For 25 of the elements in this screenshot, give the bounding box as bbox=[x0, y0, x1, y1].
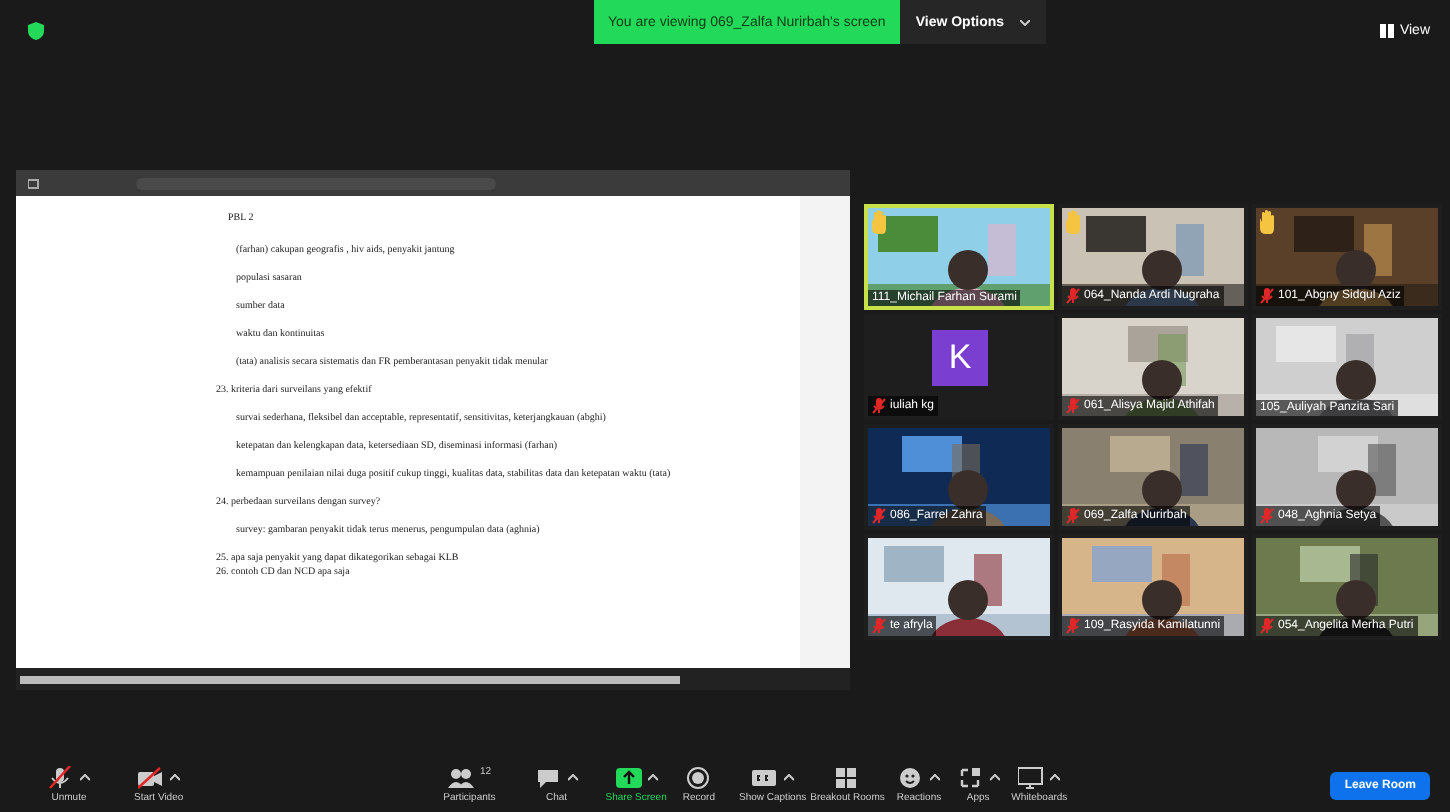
smiley-icon bbox=[897, 766, 924, 790]
caret-icon[interactable] bbox=[647, 774, 658, 782]
caret-icon[interactable] bbox=[783, 774, 794, 782]
video-off-icon bbox=[137, 766, 164, 790]
avatar: K bbox=[932, 330, 988, 386]
participants-icon bbox=[447, 766, 474, 790]
chat-icon bbox=[535, 766, 562, 790]
caret-icon[interactable] bbox=[989, 774, 1000, 782]
record-icon bbox=[685, 766, 712, 790]
caret-icon[interactable] bbox=[567, 774, 578, 782]
caret-icon bbox=[1020, 19, 1031, 25]
caret-icon[interactable] bbox=[1050, 774, 1061, 782]
muted-mic-icon bbox=[48, 766, 74, 790]
window-icon[interactable] bbox=[28, 177, 40, 189]
grid-icon bbox=[834, 766, 861, 790]
caret-icon[interactable] bbox=[929, 774, 940, 782]
share-screen-icon bbox=[615, 766, 642, 790]
apps-icon bbox=[957, 766, 984, 790]
scrollbar[interactable] bbox=[20, 675, 680, 683]
caret-icon[interactable] bbox=[169, 774, 180, 782]
monitor-icon bbox=[1018, 766, 1045, 790]
grid-view-icon bbox=[1379, 24, 1394, 38]
caret-icon[interactable] bbox=[80, 774, 90, 782]
shield-icon[interactable] bbox=[28, 22, 44, 40]
captions-icon bbox=[751, 766, 778, 790]
